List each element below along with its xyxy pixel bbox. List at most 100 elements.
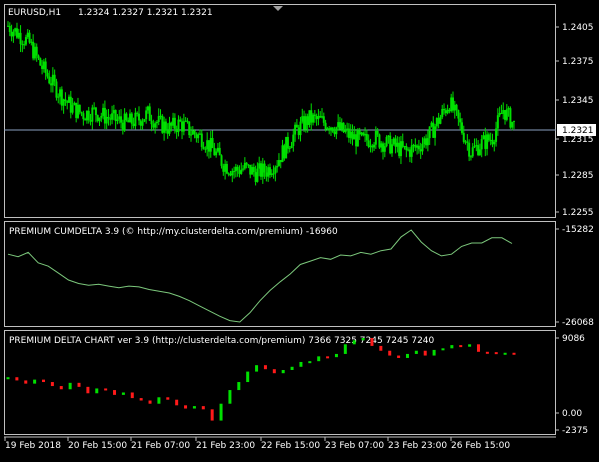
y-tick-label: 1.2405	[562, 23, 594, 33]
candle-body	[410, 145, 413, 157]
candle-body	[236, 166, 239, 171]
delta-bar	[281, 369, 285, 374]
delta-bar	[148, 400, 152, 404]
candle-body	[193, 130, 196, 135]
candle-body	[295, 124, 298, 128]
candle-body	[412, 144, 415, 146]
candle-body	[46, 72, 49, 77]
delta-bar	[414, 350, 418, 354]
candle-body	[26, 32, 29, 38]
candle-body	[98, 117, 101, 122]
candle-body	[376, 130, 379, 135]
candle-body	[495, 128, 498, 142]
delta-bar	[104, 388, 108, 391]
candle-body	[464, 141, 467, 143]
candle-body	[220, 155, 223, 166]
candle-body	[396, 142, 399, 147]
candle-body	[71, 105, 74, 113]
candle-body	[64, 99, 67, 102]
candle-body	[399, 141, 402, 157]
candle-body	[68, 96, 71, 103]
candle-body	[268, 167, 271, 176]
candle-body	[374, 130, 377, 145]
candle-body	[337, 122, 340, 128]
delta-bar	[397, 355, 401, 358]
x-tick-label: 20 Feb 15:00	[68, 441, 127, 451]
candle-body	[306, 116, 309, 125]
candle-body	[398, 142, 401, 157]
candle-body	[290, 145, 293, 149]
candle-body	[198, 133, 201, 135]
candle-body	[263, 163, 266, 173]
delta-bar	[263, 365, 267, 370]
delta-bar	[228, 390, 232, 404]
delta-bar	[503, 352, 507, 355]
candle-body	[17, 32, 20, 38]
candle-body	[505, 109, 508, 120]
candle-body	[215, 151, 218, 156]
candle-body	[55, 81, 58, 98]
candle-body	[272, 173, 275, 175]
candle-body	[482, 135, 485, 139]
candle-body	[450, 97, 453, 112]
candle-body	[50, 83, 53, 86]
candle-body	[509, 108, 512, 128]
candle-body	[504, 110, 507, 120]
candle-body	[288, 148, 291, 150]
candle-body	[362, 132, 365, 136]
candle-body	[66, 101, 69, 103]
candle-body	[261, 163, 264, 177]
candle-body	[394, 138, 397, 147]
candle-body	[419, 149, 422, 152]
candle-body	[195, 134, 198, 139]
candle-body	[238, 170, 241, 174]
delta-bar	[441, 348, 445, 351]
candle-body	[242, 168, 245, 170]
candle-body	[231, 170, 234, 176]
candle-body	[130, 113, 133, 124]
candle-body	[435, 118, 438, 127]
candle-body	[493, 141, 496, 145]
candle-body	[385, 136, 388, 147]
candle-body	[312, 114, 315, 123]
candle-body	[114, 110, 117, 122]
candle-body	[437, 118, 440, 124]
candle-body	[480, 138, 483, 150]
y-tick-label: -15282	[562, 225, 594, 235]
candle-body	[191, 130, 194, 135]
delta-bar	[246, 371, 250, 383]
candle-body	[245, 162, 248, 165]
candle-body	[39, 58, 42, 66]
candle-body	[446, 109, 449, 114]
candle-body	[360, 132, 363, 135]
candle-body	[168, 122, 171, 134]
candle-body	[333, 131, 336, 135]
candle-body	[166, 130, 169, 134]
candle-body	[310, 110, 313, 123]
candle-body	[342, 122, 345, 132]
candle-body	[33, 46, 36, 59]
candle-body	[48, 76, 51, 84]
delta-bar	[388, 350, 392, 356]
candle-body	[329, 127, 332, 131]
candle-body	[326, 128, 329, 130]
candle-body	[407, 149, 410, 151]
candle-body	[475, 145, 478, 147]
candle-body	[190, 134, 193, 136]
y-tick-label: 0.00	[562, 409, 582, 419]
candle-body	[173, 117, 176, 129]
y-tick-label: 1.2315	[562, 135, 594, 145]
candle-body	[331, 127, 334, 132]
chart-canvas[interactable]: EURUSD,H1 1.2324 1.2327 1.2321 1.2321 1.…	[0, 0, 599, 459]
candle-body	[507, 108, 510, 110]
candle-body	[460, 122, 463, 133]
candle-body	[283, 145, 286, 159]
candle-body	[405, 146, 408, 151]
candle-body	[294, 124, 297, 135]
y-tick-label: 1.2375	[562, 57, 594, 67]
candle-body	[179, 119, 182, 122]
y-tick-label: 9086	[562, 334, 585, 344]
candle-body	[152, 124, 155, 128]
candle-body	[41, 65, 44, 69]
y-tick-label: -26068	[562, 318, 594, 328]
